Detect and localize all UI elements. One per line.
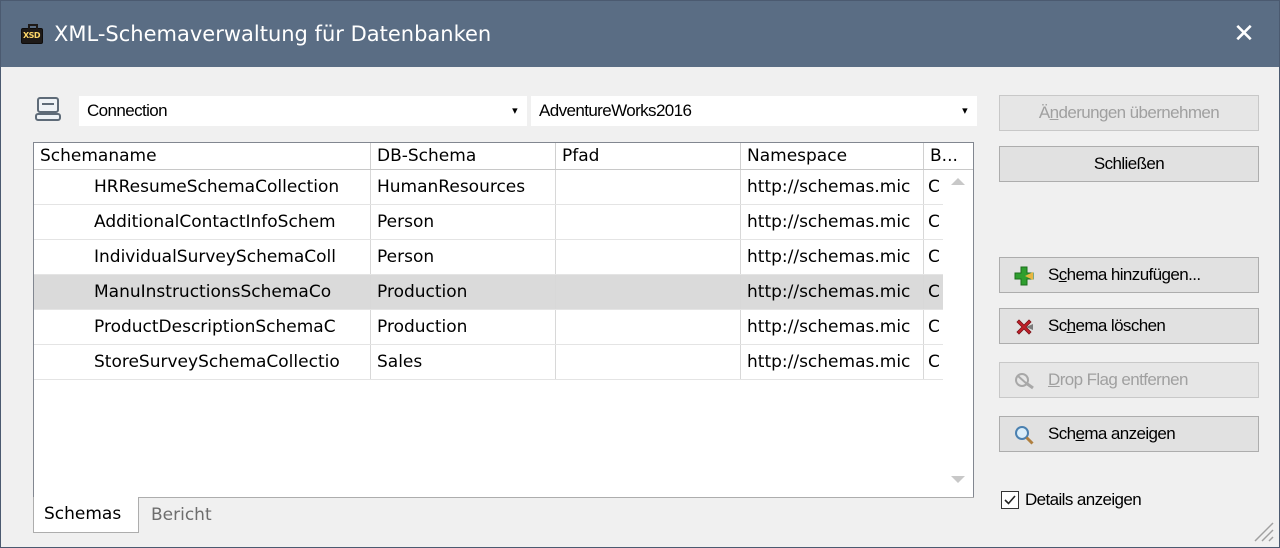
cell-namespace: http://schemas.mic <box>741 345 924 379</box>
cell-schemaname: ManuInstructionsSchemaCo <box>34 275 371 309</box>
cell-pfad <box>556 345 741 379</box>
table-row[interactable]: IndividualSurveySchemaColl Person http:/… <box>34 240 943 275</box>
cell-pfad <box>556 310 741 344</box>
cell-namespace: http://schemas.mic <box>741 275 924 309</box>
cell-namespace: http://schemas.mic <box>741 310 924 344</box>
cell-pfad <box>556 205 741 239</box>
chevron-down-icon[interactable]: ▾ <box>962 96 968 126</box>
connection-select-value: Connection <box>87 101 168 120</box>
add-label-mnemonic: c <box>1058 265 1067 284</box>
cell-b: C <box>928 317 940 337</box>
dropflag-label-mnemonic: D <box>1048 370 1060 389</box>
drop-flag-label: Drop Flag entfernen <box>1048 363 1188 397</box>
cell-namespace: http://schemas.mic <box>741 240 924 274</box>
drop-flag-button[interactable]: Drop Flag entfernen <box>999 362 1259 398</box>
chevron-down-icon[interactable]: ▾ <box>512 96 518 126</box>
cell-schemaname: ProductDescriptionSchemaC <box>34 310 371 344</box>
cell-b: C <box>928 177 940 197</box>
add-label-post: hema hinzufügen... <box>1066 265 1201 284</box>
cell-db-schema: Person <box>371 205 556 239</box>
xsd-icon-text: XSD <box>23 31 41 40</box>
database-select[interactable]: AdventureWorks2016 ▾ <box>531 96 977 126</box>
cell-db-schema: Person <box>371 240 556 274</box>
cell-b: C <box>928 352 940 372</box>
apply-label-pre: Ä <box>1038 103 1050 122</box>
add-label-pre: S <box>1048 265 1059 284</box>
delete-label-pre: Sc <box>1048 316 1067 335</box>
details-checkbox-label[interactable]: Details anzeigen <box>1025 487 1142 513</box>
table-row[interactable]: AdditionalContactInfoSchem Person http:/… <box>34 205 943 240</box>
resize-grip-icon[interactable] <box>1251 519 1275 543</box>
title-bar: XSD XML-Schemaverwaltung für Datenbanken… <box>1 1 1279 67</box>
column-header-schemaname[interactable]: Schemaname <box>34 143 371 169</box>
schema-manager-dialog: XSD XML-Schemaverwaltung für Datenbanken… <box>0 0 1280 548</box>
xsd-icon: XSD <box>21 24 43 44</box>
table-row[interactable]: ProductDescriptionSchemaC Production htt… <box>34 310 943 345</box>
delete-schema-label: Schema löschen <box>1048 309 1166 343</box>
cell-schemaname: IndividualSurveySchemaColl <box>34 240 371 274</box>
show-label-pre: Sch <box>1048 424 1076 443</box>
delete-label-mnemonic: h <box>1066 316 1076 335</box>
close-button[interactable]: Schließen <box>999 146 1259 182</box>
database-select-value: AdventureWorks2016 <box>539 101 692 120</box>
drop-flag-icon <box>1015 373 1034 390</box>
apply-label-post: derungen übernehmen <box>1058 103 1220 122</box>
vertical-scrollbar[interactable] <box>943 170 973 497</box>
cell-pfad <box>556 170 741 204</box>
dropflag-label-post: rop Flag entfernen <box>1059 370 1189 389</box>
database-connection-icon <box>35 97 61 121</box>
cell-b: C <box>928 247 940 267</box>
delete-icon <box>1016 319 1033 335</box>
add-schema-button[interactable]: Schema hinzufügen... <box>999 257 1259 293</box>
delete-label-post: ema löschen <box>1075 316 1166 335</box>
table-row[interactable]: HRResumeSchemaCollection HumanResources … <box>34 170 943 205</box>
delete-schema-button[interactable]: Schema löschen <box>999 308 1259 344</box>
window-title: XML-Schemaverwaltung für Datenbanken <box>54 22 492 46</box>
table-row[interactable]: StoreSurveySchemaCollectio Sales http://… <box>34 345 943 380</box>
details-checkbox[interactable] <box>1001 491 1019 509</box>
magnifier-icon <box>1015 426 1034 445</box>
show-schema-label: Schema anzeigen <box>1048 417 1176 451</box>
cell-namespace: http://schemas.mic <box>741 205 924 239</box>
scroll-down-icon[interactable] <box>951 476 965 483</box>
schema-table: Schemaname DB-Schema Pfad Namespace B...… <box>33 142 974 498</box>
column-header-b[interactable]: B... <box>924 143 973 169</box>
cell-schemaname: StoreSurveySchemaCollectio <box>34 345 371 379</box>
scroll-up-icon[interactable] <box>951 178 965 185</box>
connection-select[interactable]: Connection ▾ <box>79 96 527 126</box>
close-icon[interactable]: ✕ <box>1229 19 1259 49</box>
table-header: Schemaname DB-Schema Pfad Namespace B... <box>34 143 973 170</box>
tab-bericht[interactable]: Bericht <box>141 498 231 532</box>
plus-icon <box>1014 266 1034 286</box>
cell-b: C <box>928 212 940 232</box>
show-label-post: ma anzeigen <box>1084 424 1176 443</box>
show-schema-button[interactable]: Schema anzeigen <box>999 416 1259 452</box>
tab-schemas[interactable]: Schemas <box>33 497 139 533</box>
column-header-pfad[interactable]: Pfad <box>556 143 741 169</box>
cell-pfad <box>556 275 741 309</box>
cell-db-schema: HumanResources <box>371 170 556 204</box>
checkmark-icon <box>1004 495 1016 505</box>
cell-schemaname: AdditionalContactInfoSchem <box>34 205 371 239</box>
column-header-namespace[interactable]: Namespace <box>741 143 924 169</box>
cell-pfad <box>556 240 741 274</box>
cell-db-schema: Production <box>371 310 556 344</box>
column-header-db-schema[interactable]: DB-Schema <box>371 143 556 169</box>
cell-b: C <box>928 282 940 302</box>
apply-changes-button[interactable]: Änderungen übernehmen <box>999 95 1259 131</box>
cell-schemaname: HRResumeSchemaCollection <box>34 170 371 204</box>
cell-namespace: http://schemas.mic <box>741 170 924 204</box>
cell-db-schema: Production <box>371 275 556 309</box>
add-schema-label: Schema hinzufügen... <box>1048 258 1201 292</box>
table-row-selected[interactable]: ManuInstructionsSchemaCo Production http… <box>34 275 943 310</box>
cell-db-schema: Sales <box>371 345 556 379</box>
